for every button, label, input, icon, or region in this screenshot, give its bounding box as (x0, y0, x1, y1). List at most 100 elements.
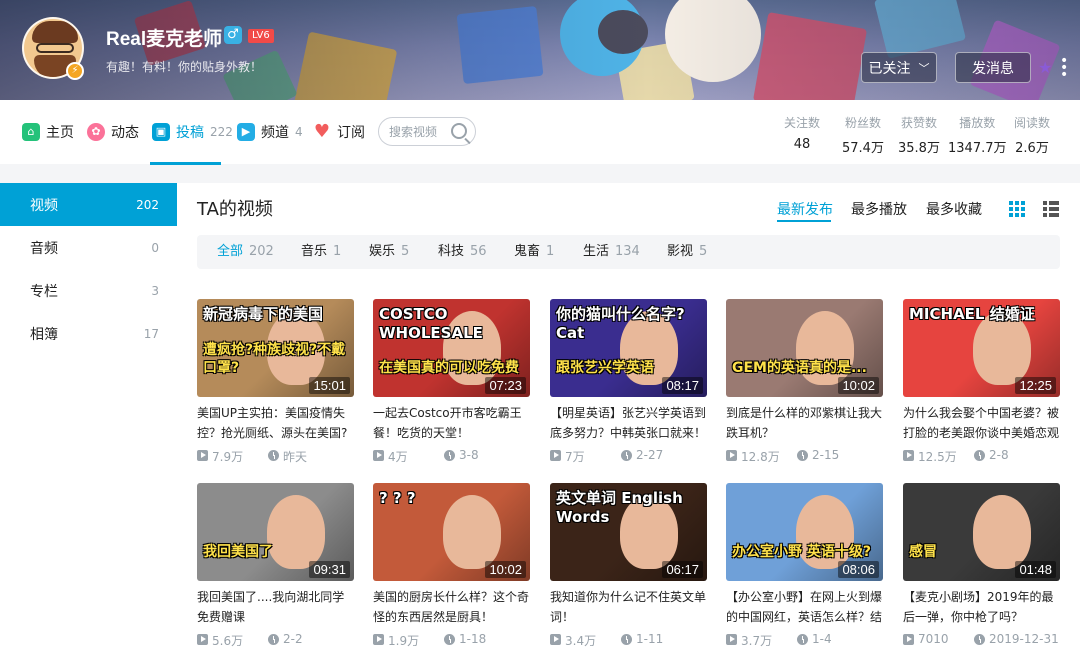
video-meta: 5.6万 2-2 (197, 632, 354, 648)
video-card[interactable]: 感冒 01:48 【麦克小剧场】2019年的最后一弹，你中枪了吗？ 7010 2019-… (903, 483, 1060, 647)
nav-uploads-label: 投稿 (176, 125, 204, 141)
sort-most-favorited[interactable]: 最多收藏 (926, 199, 982, 219)
nav-channels-label: 频道 (261, 125, 289, 141)
filter-all[interactable]: 全部 202 (217, 235, 274, 269)
thumbnail-face (267, 495, 325, 569)
video-thumbnail[interactable]: 我回美国了 09:31 (197, 483, 354, 581)
stat-label: 关注数 (784, 116, 821, 130)
nav-dynamic[interactable]: ✿ 动态 (87, 100, 139, 164)
sort-active-indicator (777, 220, 831, 222)
video-card[interactable]: COSTCO WHOLESALE 在美国真的可以吃免费 07:23 一起去Costco… (373, 299, 530, 464)
thumbnail-caption: 感冒 (909, 544, 937, 560)
more-icon[interactable]: • • • (1060, 54, 1068, 82)
filter-tech[interactable]: 科技 56 (438, 235, 487, 269)
video-thumbnail[interactable]: 办公室小野 英语十级? 08:06 (726, 483, 883, 581)
video-title[interactable]: 到底是什么样的邓紫棋让我大跌耳机？ (726, 403, 883, 443)
video-card[interactable]: MICHAEL 结婚证 12:25 为什么我会娶个中国老婆？被打脸的老美跟你谈中美婚… (903, 299, 1060, 464)
play-count-icon (373, 634, 384, 645)
video-views: 3.4万 (565, 634, 597, 648)
nav-active-indicator (150, 162, 221, 165)
video-title[interactable]: 美国UP主实拍：美国疫情失控？抢光厕纸、源头在美国? (197, 403, 354, 443)
video-thumbnail[interactable]: GEM的英语真的是... 10:02 (726, 299, 883, 397)
video-duration: 08:17 (662, 377, 703, 394)
video-title[interactable]: 美国的厨房长什么样？这个奇怪的东西居然是厨具！ (373, 587, 530, 627)
video-date: 2-27 (636, 448, 664, 462)
sort-most-played[interactable]: 最多播放 (851, 199, 907, 219)
stat-fans[interactable]: 粉丝数 57.4万 (842, 114, 884, 156)
video-card[interactable]: 新冠病毒下的美国 遭疯抢?种族歧视?不戴口罩? 15:01 美国UP主实拍：美国疫情失… (197, 299, 354, 464)
video-title[interactable]: 【明星英语】张艺兴学英语到底多努力？中韩英张口就来！ (550, 403, 707, 443)
sidebar-item-album[interactable]: 相簿 17 (0, 312, 177, 355)
nav-home-label: 主页 (46, 125, 74, 141)
play-count-icon (550, 634, 561, 645)
video-views: 4万 (388, 450, 408, 464)
username: Real麦克老师 (106, 29, 223, 50)
stat-following[interactable]: 关注数 48 (784, 114, 820, 152)
filter-kichiku[interactable]: 鬼畜 1 (514, 235, 554, 269)
video-title[interactable]: 【办公室小野】在网上火到爆的中国网红，英语怎么样？结 (726, 587, 883, 627)
video-title[interactable]: 为什么我会娶个中国老婆？被打脸的老美跟你谈中美婚恋观 (903, 403, 1060, 443)
video-card[interactable]: 办公室小野 英语十级? 08:06 【办公室小野】在网上火到爆的中国网红，英语怎么样… (726, 483, 883, 648)
message-button[interactable]: 发消息 (955, 52, 1031, 83)
video-title[interactable]: 一起去Costco开市客吃霸王餐！吃货的天堂！ (373, 403, 530, 443)
video-card[interactable]: GEM的英语真的是... 10:02 到底是什么样的邓紫棋让我大跌耳机？ 12.8万 2… (726, 299, 883, 464)
video-thumbnail[interactable]: 感冒 01:48 (903, 483, 1060, 581)
sort-latest[interactable]: 最新发布 (777, 199, 833, 219)
filter-label: 影视 (667, 244, 694, 259)
stat-reads: 阅读数 2.6万 (1014, 114, 1050, 156)
sidebar-item-count: 17 (143, 326, 159, 341)
filter-count: 1 (546, 244, 555, 259)
grid-view-icon[interactable] (1009, 201, 1025, 217)
nav-channels[interactable]: ▶ 频道 4 (237, 100, 303, 164)
video-thumbnail[interactable]: ? ? ? 10:02 (373, 483, 530, 581)
video-thumbnail[interactable]: COSTCO WHOLESALE 在美国真的可以吃免费 07:23 (373, 299, 530, 397)
video-card[interactable]: 我回美国了 09:31 我回美国了....我向湖北同学免费赠课 5.6万 2-2 (197, 483, 354, 648)
clock-icon (797, 634, 808, 645)
stat-label: 阅读数 (1014, 116, 1051, 130)
nav-home[interactable]: ⌂ 主页 (22, 100, 74, 164)
nav-uploads[interactable]: ▣ 投稿 222 (152, 100, 233, 164)
filter-life[interactable]: 生活 134 (583, 235, 640, 269)
clock-icon (797, 450, 808, 461)
video-views: 5.6万 (212, 634, 244, 648)
video-date: 1-4 (812, 632, 832, 646)
video-thumbnail[interactable]: 新冠病毒下的美国 遭疯抢?种族歧视?不戴口罩? 15:01 (197, 299, 354, 397)
sidebar-item-video[interactable]: 视频 202 (0, 183, 177, 226)
message-label: 发消息 (972, 60, 1014, 77)
stat-plays: 播放数 1347.7万 (948, 114, 1007, 156)
video-card[interactable]: 你的猫叫什么名字? Cat 跟张艺兴学英语 08:17 【明星英语】张艺兴学英语到底多… (550, 299, 707, 464)
stat-value: 2.6万 (1015, 141, 1049, 156)
play-count-icon (197, 450, 208, 461)
sidebar-item-label: 相簿 (30, 326, 58, 343)
stat-value: 1347.7万 (948, 141, 1007, 156)
filter-entertainment[interactable]: 娱乐 5 (369, 235, 409, 269)
video-meta: 7.9万 昨天 (197, 449, 354, 464)
filter-music[interactable]: 音乐 1 (301, 235, 341, 269)
sidebar-item-label: 视频 (30, 197, 58, 214)
video-duration: 12:25 (1015, 377, 1056, 394)
chevron-down-icon: ﹀ (918, 61, 930, 75)
filter-count: 134 (615, 244, 640, 259)
follow-button[interactable]: 已关注 ﹀ (861, 52, 937, 83)
video-thumbnail[interactable]: 你的猫叫什么名字? Cat 跟张艺兴学英语 08:17 (550, 299, 707, 397)
video-title[interactable]: 【麦克小剧场】2019年的最后一弹，你中枪了吗？ (903, 587, 1060, 627)
video-duration: 15:01 (309, 377, 350, 394)
video-title[interactable]: 我回美国了....我向湖北同学免费赠课 (197, 587, 354, 627)
video-thumbnail[interactable]: MICHAEL 结婚证 12:25 (903, 299, 1060, 397)
video-card[interactable]: 英文单词 English Words 06:17 我知道你为什么记不住英文单词！ 3.… (550, 483, 707, 648)
video-thumbnail[interactable]: 英文单词 English Words 06:17 (550, 483, 707, 581)
search-icon[interactable] (451, 123, 467, 139)
filter-label: 生活 (583, 244, 610, 259)
nav-subscriptions[interactable]: ♥ 订阅 (313, 100, 365, 164)
list-view-icon[interactable] (1043, 201, 1059, 217)
thumbnail-caption: COSTCO WHOLESALE (379, 305, 483, 342)
channel-icon: ▶ (237, 123, 255, 141)
sidebar-item-audio[interactable]: 音频 0 (0, 226, 177, 269)
search-input[interactable]: 搜索视频 (378, 117, 476, 146)
video-date: 2-2 (283, 632, 303, 646)
sidebar-item-articles[interactable]: 专栏 3 (0, 269, 177, 312)
stat-label: 获赞数 (900, 116, 937, 130)
filter-film[interactable]: 影视 5 (667, 235, 707, 269)
video-card[interactable]: ? ? ? 10:02 美国的厨房长什么样？这个奇怪的东西居然是厨具！ 1.9万 1-1… (373, 483, 530, 648)
video-title[interactable]: 我知道你为什么记不住英文单词！ (550, 587, 707, 627)
